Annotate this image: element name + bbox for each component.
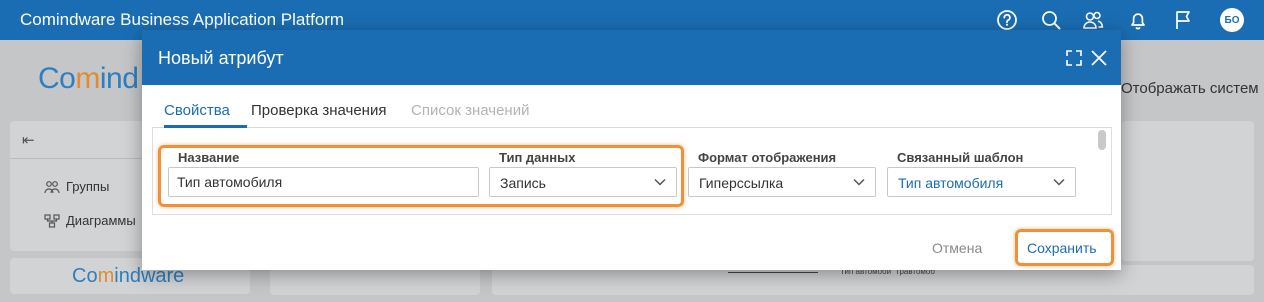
chevron-down-icon — [1053, 178, 1065, 186]
save-button[interactable]: Сохранить — [1027, 240, 1097, 256]
collapse-sidebar-icon: ⇤ — [22, 132, 35, 149]
tab-properties[interactable]: Свойства — [164, 102, 230, 119]
diagram-connector — [728, 272, 818, 273]
dialog-header: Новый атрибут — [142, 30, 1121, 85]
data-type-label: Тип данных — [499, 150, 576, 165]
maximize-icon[interactable] — [1065, 49, 1083, 67]
sidebar-item-label: Группы — [66, 179, 110, 194]
diagram-icon — [44, 213, 60, 228]
tab-validation[interactable]: Проверка значения — [251, 102, 386, 119]
close-icon[interactable] — [1090, 49, 1108, 67]
dialog-tabs: Свойства Проверка значения Список значен… — [152, 86, 1112, 128]
bell-icon[interactable] — [1127, 9, 1149, 31]
avatar[interactable]: БО — [1220, 8, 1244, 32]
help-icon[interactable] — [996, 9, 1018, 31]
display-format-select[interactable]: Гиперссылка — [688, 167, 876, 197]
form-scrollbar[interactable] — [1098, 130, 1106, 150]
app-title: Comindware Business Application Platform — [20, 10, 345, 29]
background-logo: Comind — [38, 62, 139, 95]
search-icon[interactable] — [1040, 9, 1062, 31]
name-label: Название — [178, 150, 240, 165]
data-type-select[interactable]: Запись — [489, 167, 677, 197]
users-icon[interactable] — [1082, 9, 1104, 31]
display-system-button: Отображать систем — [1121, 80, 1259, 97]
sidebar-item-diagrams: Диаграммы — [44, 213, 136, 228]
linked-template-label: Связанный шаблон — [897, 150, 1024, 165]
sidebar-item-label: Диаграммы — [66, 213, 136, 228]
cancel-button[interactable]: Отмена — [932, 240, 982, 256]
chevron-down-icon — [654, 178, 666, 186]
flag-icon[interactable] — [1172, 9, 1194, 31]
tab-value-list: Список значений — [411, 102, 530, 119]
sidebar-item-groups: Группы — [44, 179, 109, 194]
name-input[interactable] — [168, 167, 479, 197]
display-format-value: Гиперссылка — [699, 175, 784, 191]
background-right-panel — [1122, 121, 1254, 261]
data-type-value: Запись — [500, 175, 546, 191]
linked-template-select[interactable]: Тип автомобиля — [887, 167, 1076, 197]
dialog-title: Новый атрибут — [158, 48, 284, 68]
new-attribute-dialog: Новый атрибут Свойства Проверка значения… — [142, 30, 1121, 270]
groups-icon — [44, 180, 60, 193]
display-format-label: Формат отображения — [698, 150, 837, 165]
chevron-down-icon — [853, 178, 865, 186]
linked-template-value: Тип автомобиля — [898, 175, 1004, 191]
